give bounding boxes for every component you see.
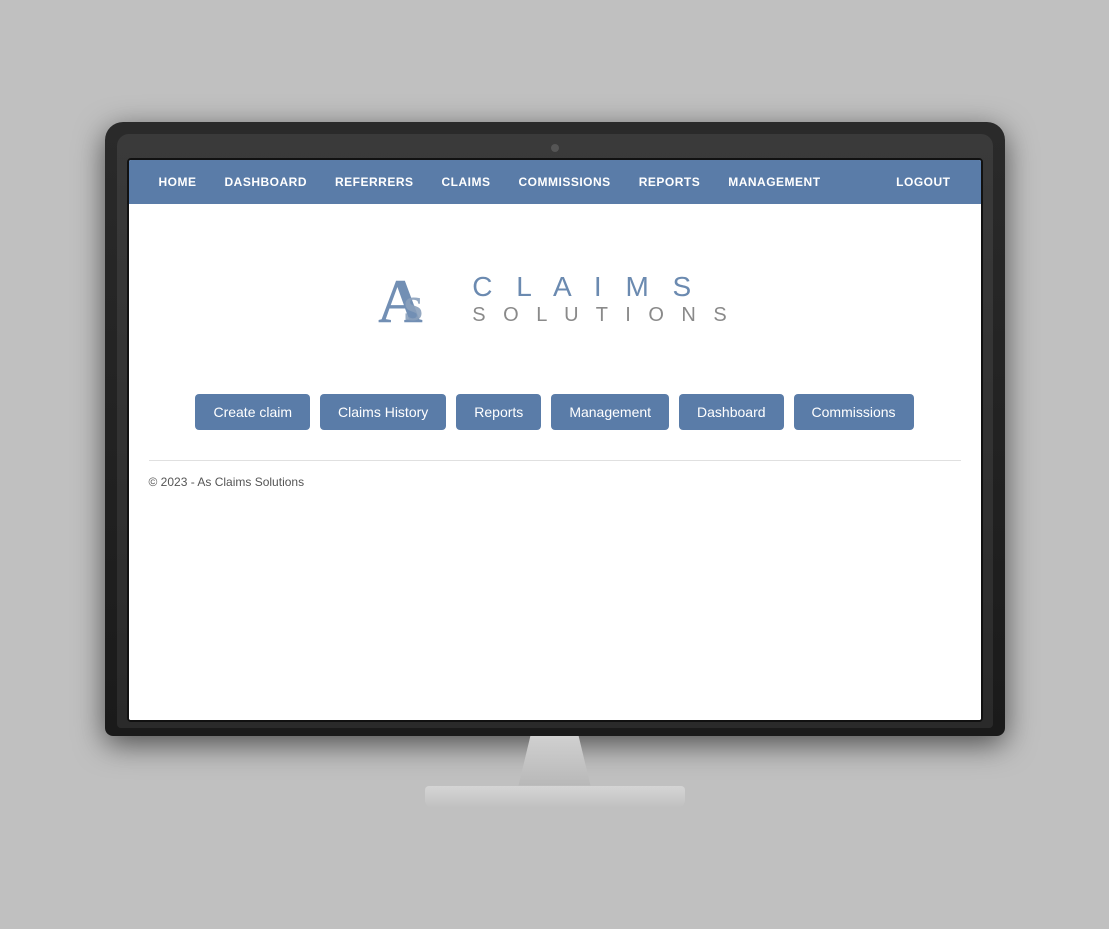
- logo-solutions-text: S O L U T I O N S: [472, 303, 733, 327]
- navbar: HOME DASHBOARD REFERRERS CLAIMS COMMISSI…: [129, 160, 981, 204]
- navbar-links: HOME DASHBOARD REFERRERS CLAIMS COMMISSI…: [145, 160, 965, 204]
- nav-claims[interactable]: CLAIMS: [428, 160, 505, 204]
- monitor-screen: HOME DASHBOARD REFERRERS CLAIMS COMMISSI…: [127, 158, 983, 722]
- nav-referrers[interactable]: REFERRERS: [321, 160, 428, 204]
- camera-dot: [551, 144, 559, 152]
- monitor-bezel: HOME DASHBOARD REFERRERS CLAIMS COMMISSI…: [117, 134, 993, 728]
- footer: © 2023 - As Claims Solutions: [149, 473, 961, 491]
- action-buttons: Create claim Claims History Reports Mana…: [195, 394, 913, 430]
- commissions-button[interactable]: Commissions: [794, 394, 914, 430]
- footer-copyright: © 2023 - As Claims Solutions: [149, 475, 305, 489]
- main-content: A s C L A I M S S O L U T I O N S Creat: [129, 204, 981, 720]
- nav-logout[interactable]: LOGOUT: [882, 160, 964, 204]
- nav-management[interactable]: MANAGEMENT: [714, 160, 834, 204]
- nav-dashboard[interactable]: DASHBOARD: [211, 160, 322, 204]
- claims-history-button[interactable]: Claims History: [320, 394, 446, 430]
- logo-container: A s C L A I M S S O L U T I O N S: [376, 264, 733, 334]
- reports-button[interactable]: Reports: [456, 394, 541, 430]
- create-claim-button[interactable]: Create claim: [195, 394, 310, 430]
- monitor-stand-base: [425, 786, 685, 808]
- content-divider: [149, 460, 961, 461]
- monitor-stand-neck: [495, 736, 615, 786]
- logo-icon: A s: [376, 264, 456, 334]
- nav-reports[interactable]: REPORTS: [625, 160, 715, 204]
- management-button[interactable]: Management: [551, 394, 669, 430]
- nav-home[interactable]: HOME: [145, 160, 211, 204]
- monitor-outer: HOME DASHBOARD REFERRERS CLAIMS COMMISSI…: [105, 122, 1005, 736]
- nav-commissions[interactable]: COMMISSIONS: [505, 160, 625, 204]
- dashboard-button[interactable]: Dashboard: [679, 394, 784, 430]
- logo-text: C L A I M S S O L U T I O N S: [472, 270, 733, 328]
- monitor-wrapper: HOME DASHBOARD REFERRERS CLAIMS COMMISSI…: [105, 122, 1005, 808]
- svg-text:s: s: [404, 278, 423, 331]
- logo-claims-text: C L A I M S: [472, 270, 733, 304]
